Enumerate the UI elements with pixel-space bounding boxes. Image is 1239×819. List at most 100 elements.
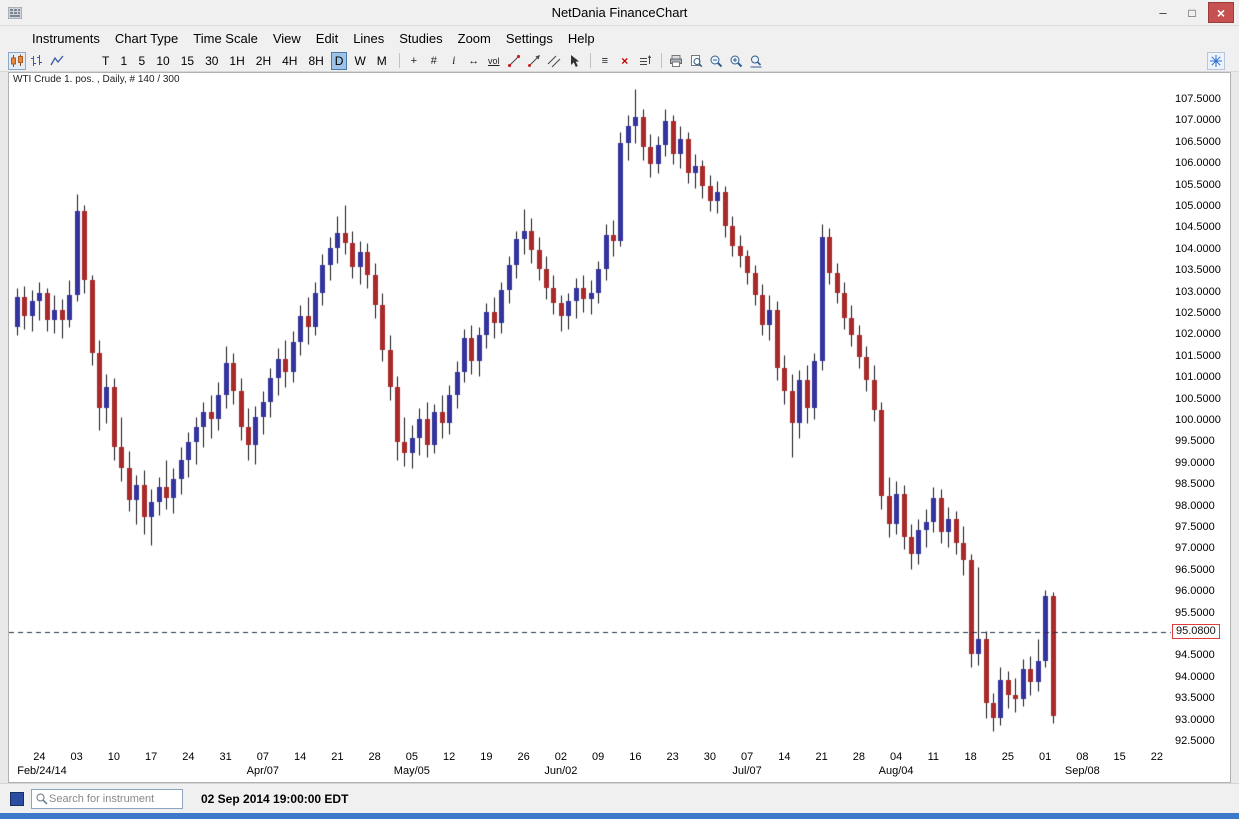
timeframe-button-1h[interactable]: 1H <box>225 52 248 70</box>
price-axis-label: 104.0000 <box>1175 243 1229 255</box>
zoom-out-button[interactable] <box>707 52 725 70</box>
delete-drawings-button[interactable]: × <box>616 52 634 70</box>
ray-tool-button[interactable] <box>525 52 543 70</box>
timeframe-button-4h[interactable]: 4H <box>278 52 301 70</box>
price-axis-label: 104.5000 <box>1175 221 1229 233</box>
menu-instruments[interactable]: Instruments <box>32 31 100 46</box>
trendline-tool-button[interactable] <box>505 52 523 70</box>
object-order-button[interactable] <box>636 52 654 70</box>
print-preview-button[interactable] <box>687 52 705 70</box>
chart-settings-button[interactable] <box>1207 52 1225 70</box>
time-axis-month-label: Apr/07 <box>232 765 294 777</box>
timeframe-button-weekly[interactable]: W <box>350 52 369 70</box>
volume-toggle-button[interactable]: vol <box>485 52 503 70</box>
current-price-tag: 95.0800 <box>1172 624 1220 639</box>
zoom-reset-icon <box>749 54 763 68</box>
toolbar-separator <box>590 53 591 68</box>
ohlc-bars-icon <box>30 54 44 68</box>
channel-tool-button[interactable] <box>545 52 563 70</box>
menu-bar: Instruments Chart Type Time Scale View E… <box>0 26 1239 50</box>
channel-icon <box>547 54 561 68</box>
info-tool-button[interactable]: i <box>445 52 463 70</box>
menu-chart-type[interactable]: Chart Type <box>115 31 178 46</box>
price-chart-canvas[interactable] <box>9 87 1171 749</box>
menu-settings[interactable]: Settings <box>506 31 553 46</box>
menu-edit[interactable]: Edit <box>316 31 338 46</box>
time-axis-day-label: 11 <box>919 751 947 763</box>
price-axis-label: 94.0000 <box>1175 671 1229 683</box>
time-axis-day-label: 24 <box>25 751 53 763</box>
menu-time-scale[interactable]: Time Scale <box>193 31 258 46</box>
price-axis-label: 100.0000 <box>1175 414 1229 426</box>
time-axis-day-label: 24 <box>174 751 202 763</box>
timestamp: 02 Sep 2014 19:00:00 EDT <box>201 792 348 806</box>
ohlc-chart-type-button[interactable] <box>28 52 46 70</box>
time-axis-day-label: 07 <box>249 751 277 763</box>
window-title: NetDania FinanceChart <box>0 5 1239 20</box>
time-axis-day-label: 04 <box>882 751 910 763</box>
price-axis-label: 98.0000 <box>1175 500 1229 512</box>
price-axis-label: 105.0000 <box>1175 200 1229 212</box>
timeframe-button-1m[interactable]: 1 <box>116 52 131 70</box>
time-axis-day-label: 10 <box>100 751 128 763</box>
price-axis-label: 93.5000 <box>1175 692 1229 704</box>
price-axis-label: 96.0000 <box>1175 585 1229 597</box>
zoom-out-icon <box>709 54 723 68</box>
menu-view[interactable]: View <box>273 31 301 46</box>
close-button[interactable]: × <box>1208 2 1234 23</box>
timeframe-button-15m[interactable]: 15 <box>177 52 198 70</box>
time-axis-day-label: 28 <box>845 751 873 763</box>
zoom-in-button[interactable] <box>727 52 745 70</box>
toolbar-separator <box>399 53 400 68</box>
timeframe-button-tick[interactable]: T <box>98 52 113 70</box>
time-axis-day-label: 17 <box>137 751 165 763</box>
taskbar-strip <box>0 813 1239 819</box>
timeframe-button-monthly[interactable]: M <box>373 52 391 70</box>
search-box[interactable] <box>31 789 183 809</box>
pointer-tool-button[interactable] <box>565 52 583 70</box>
grid-toggle-button[interactable]: # <box>425 52 443 70</box>
price-axis-label: 107.0000 <box>1175 114 1229 126</box>
zoom-reset-button[interactable] <box>747 52 765 70</box>
time-axis-month-label: Sep/08 <box>1051 765 1113 777</box>
menu-studies[interactable]: Studies <box>399 31 442 46</box>
time-axis-day-label: 26 <box>510 751 538 763</box>
line-chart-type-button[interactable] <box>48 52 66 70</box>
price-axis-label: 101.0000 <box>1175 371 1229 383</box>
status-app-icon <box>10 792 24 806</box>
timeframe-button-5m[interactable]: 5 <box>134 52 149 70</box>
parallel-lines-tool-button[interactable]: ≡ <box>596 52 614 70</box>
time-axis-day-label: 07 <box>733 751 761 763</box>
sparkle-icon <box>1209 54 1223 68</box>
timeframe-button-10m[interactable]: 10 <box>152 52 173 70</box>
cursor-icon <box>567 54 581 68</box>
timeframe-button-30m[interactable]: 30 <box>201 52 222 70</box>
crosshair-tool-button[interactable]: + <box>405 52 423 70</box>
price-axis-label: 94.5000 <box>1175 649 1229 661</box>
horizontal-scale-button[interactable]: ↔ <box>465 52 483 70</box>
toolbar-separator <box>661 53 662 68</box>
menu-help[interactable]: Help <box>568 31 595 46</box>
timeframe-button-2h[interactable]: 2H <box>252 52 275 70</box>
timeframe-button-8h[interactable]: 8H <box>304 52 327 70</box>
price-axis-label: 92.5000 <box>1175 735 1229 747</box>
price-axis-label: 97.0000 <box>1175 542 1229 554</box>
time-axis-day-label: 25 <box>994 751 1022 763</box>
maximize-button[interactable]: □ <box>1179 2 1205 23</box>
time-axis-day-label: 01 <box>1031 751 1059 763</box>
print-preview-icon <box>689 54 703 68</box>
candlestick-chart-type-button[interactable] <box>8 52 26 70</box>
minimize-button[interactable]: – <box>1150 2 1176 23</box>
print-button[interactable] <box>667 52 685 70</box>
price-axis-label: 105.5000 <box>1175 179 1229 191</box>
search-input[interactable] <box>49 793 175 805</box>
time-axis-day-label: 30 <box>696 751 724 763</box>
price-axis-label: 99.0000 <box>1175 457 1229 469</box>
time-axis-day-label: 09 <box>584 751 612 763</box>
menu-zoom[interactable]: Zoom <box>458 31 491 46</box>
time-axis-day-label: 12 <box>435 751 463 763</box>
price-axis-label: 103.0000 <box>1175 286 1229 298</box>
menu-lines[interactable]: Lines <box>353 31 384 46</box>
timeframe-button-daily[interactable]: D <box>331 52 348 70</box>
search-icon <box>35 792 49 806</box>
